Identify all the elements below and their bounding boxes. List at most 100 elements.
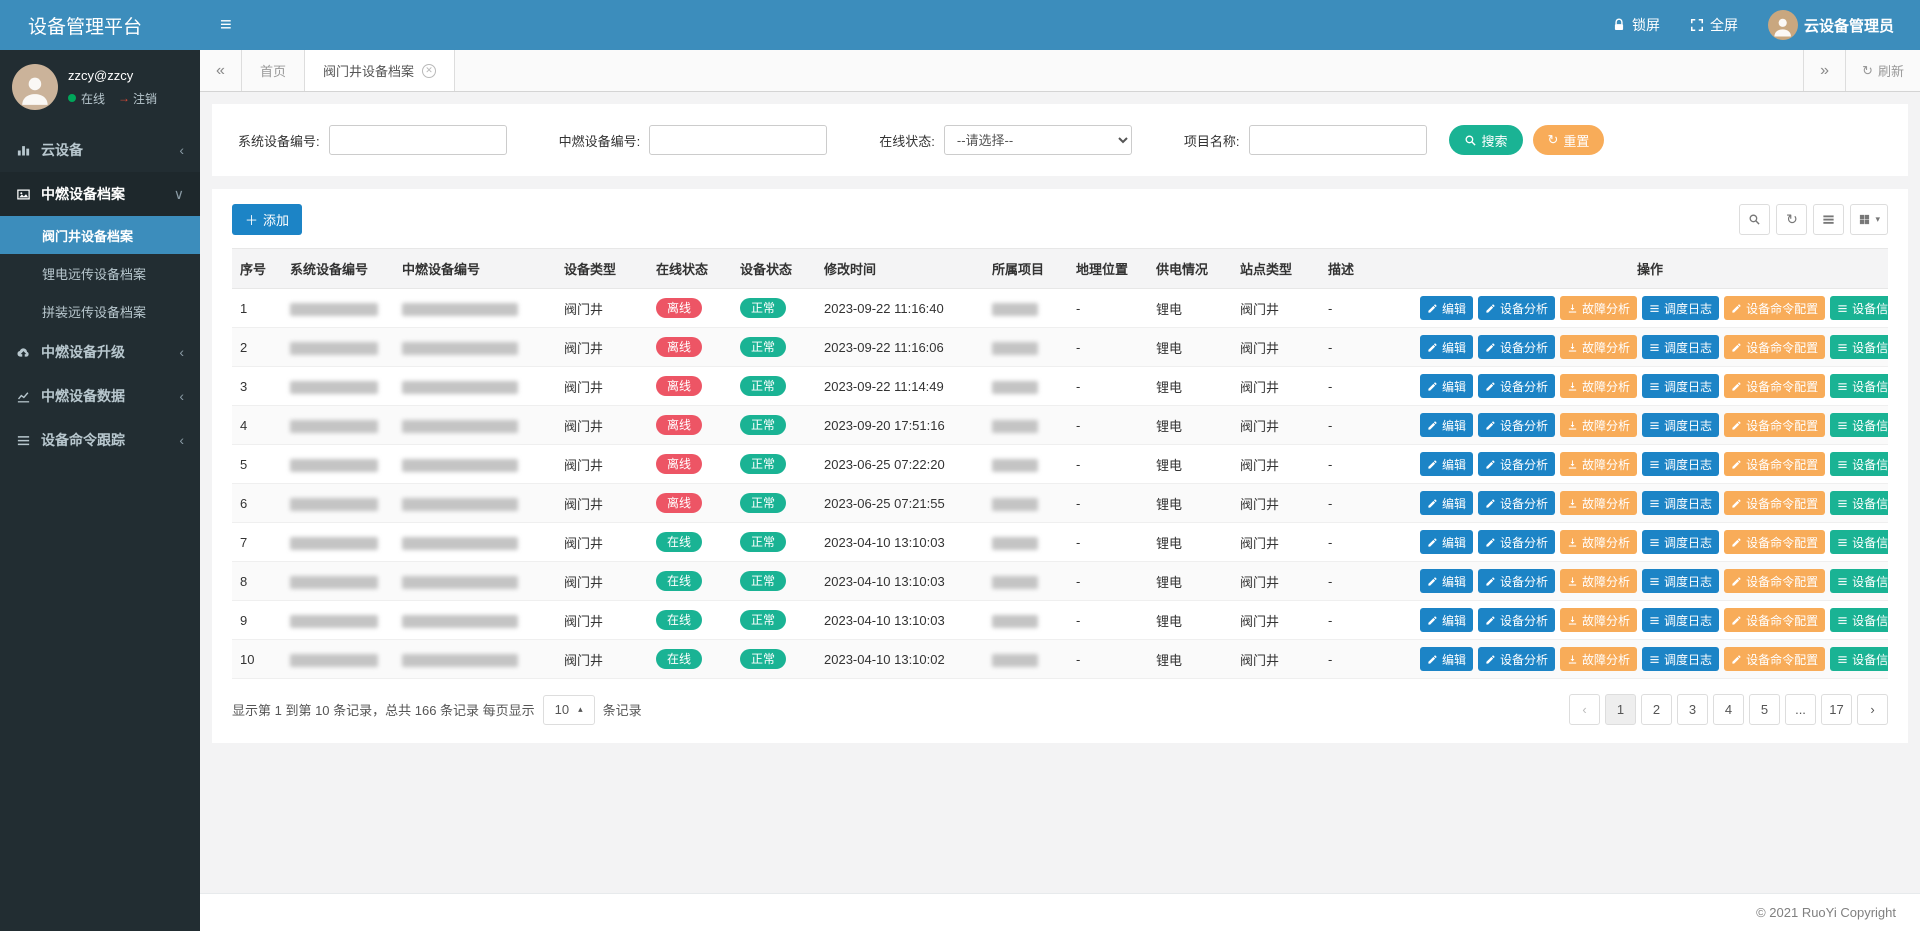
- device-command-config-button[interactable]: 设备命令配置: [1724, 608, 1825, 632]
- device-info-button[interactable]: 设备信息: [1830, 413, 1888, 437]
- sidebar-item-cloud-devices[interactable]: 云设备 ‹: [0, 128, 200, 172]
- device-analysis-button[interactable]: 设备分析: [1478, 569, 1555, 593]
- dispatch-log-button[interactable]: 调度日志: [1642, 647, 1719, 671]
- device-info-button[interactable]: 设备信息: [1830, 530, 1888, 554]
- sidebar-subitem-lithium-remote-archives[interactable]: 锂电远传设备档案: [0, 254, 200, 292]
- tabs-scroll-right-button[interactable]: »: [1803, 50, 1845, 91]
- device-analysis-button[interactable]: 设备分析: [1478, 296, 1555, 320]
- device-info-button[interactable]: 设备信息: [1830, 296, 1888, 320]
- sidebar-item-command-tracking[interactable]: 设备命令跟踪 ‹: [0, 418, 200, 462]
- next-page-button[interactable]: ›: [1857, 694, 1888, 725]
- device-command-config-button[interactable]: 设备命令配置: [1724, 374, 1825, 398]
- edit-button[interactable]: 编辑: [1420, 374, 1473, 398]
- fault-analysis-button[interactable]: 故障分析: [1560, 608, 1637, 632]
- device-analysis-button[interactable]: 设备分析: [1478, 530, 1555, 554]
- device-command-config-button[interactable]: 设备命令配置: [1724, 452, 1825, 476]
- device-analysis-button[interactable]: 设备分析: [1478, 374, 1555, 398]
- device-info-button[interactable]: 设备信息: [1830, 374, 1888, 398]
- dispatch-log-button[interactable]: 调度日志: [1642, 491, 1719, 515]
- dispatch-log-button[interactable]: 调度日志: [1642, 569, 1719, 593]
- fault-analysis-button[interactable]: 故障分析: [1560, 296, 1637, 320]
- fault-analysis-button[interactable]: 故障分析: [1560, 647, 1637, 671]
- page-button[interactable]: 2: [1641, 694, 1672, 725]
- device-analysis-button[interactable]: 设备分析: [1478, 608, 1555, 632]
- edit-button[interactable]: 编辑: [1420, 491, 1473, 515]
- tab-refresh-button[interactable]: ↻ 刷新: [1845, 50, 1920, 91]
- device-info-button[interactable]: 设备信息: [1830, 491, 1888, 515]
- sidebar-subitem-assembled-remote-archives[interactable]: 拼装远传设备档案: [0, 292, 200, 330]
- sidebar-item-device-data[interactable]: 中燃设备数据 ‹: [0, 374, 200, 418]
- tab-close-icon[interactable]: ✕: [422, 64, 436, 78]
- card-view-button[interactable]: [1813, 204, 1844, 235]
- device-analysis-button[interactable]: 设备分析: [1478, 452, 1555, 476]
- dispatch-log-button[interactable]: 调度日志: [1642, 335, 1719, 359]
- device-command-config-button[interactable]: 设备命令配置: [1724, 491, 1825, 515]
- device-command-config-button[interactable]: 设备命令配置: [1724, 413, 1825, 437]
- dispatch-log-button[interactable]: 调度日志: [1642, 452, 1719, 476]
- lock-screen-button[interactable]: 锁屏: [1612, 15, 1660, 35]
- prev-page-button[interactable]: ‹: [1569, 694, 1600, 725]
- page-button[interactable]: 4: [1713, 694, 1744, 725]
- tabs-scroll-left-button[interactable]: «: [200, 50, 242, 91]
- sidebar-item-device-upgrade[interactable]: 中燃设备升级 ‹: [0, 330, 200, 374]
- device-info-button[interactable]: 设备信息: [1830, 608, 1888, 632]
- toggle-search-button[interactable]: [1739, 204, 1770, 235]
- dispatch-log-button[interactable]: 调度日志: [1642, 608, 1719, 632]
- fault-analysis-button[interactable]: 故障分析: [1560, 374, 1637, 398]
- user-menu[interactable]: 云设备管理员: [1768, 10, 1894, 40]
- device-info-button[interactable]: 设备信息: [1830, 335, 1888, 359]
- sidebar-subitem-valve-well-archives[interactable]: 阀门井设备档案: [0, 216, 200, 254]
- edit-button[interactable]: 编辑: [1420, 569, 1473, 593]
- fault-analysis-button[interactable]: 故障分析: [1560, 491, 1637, 515]
- device-info-button[interactable]: 设备信息: [1830, 452, 1888, 476]
- device-analysis-button[interactable]: 设备分析: [1478, 335, 1555, 359]
- dispatch-log-button[interactable]: 调度日志: [1642, 374, 1719, 398]
- system-device-no-input[interactable]: [329, 125, 507, 155]
- device-analysis-button[interactable]: 设备分析: [1478, 647, 1555, 671]
- logout-link[interactable]: → 注销: [118, 90, 157, 107]
- tab-home[interactable]: 首页: [242, 50, 305, 91]
- sidebar-toggle-button[interactable]: ≡: [220, 14, 232, 37]
- device-command-config-button[interactable]: 设备命令配置: [1724, 335, 1825, 359]
- page-size-dropdown[interactable]: 10 ▴: [543, 695, 595, 725]
- dispatch-log-button[interactable]: 调度日志: [1642, 296, 1719, 320]
- add-button[interactable]: ＋ 添加: [232, 204, 302, 235]
- tab-valve-well-archives[interactable]: 阀门井设备档案 ✕: [305, 50, 455, 91]
- edit-button[interactable]: 编辑: [1420, 530, 1473, 554]
- edit-button[interactable]: 编辑: [1420, 608, 1473, 632]
- fault-analysis-button[interactable]: 故障分析: [1560, 530, 1637, 554]
- search-button[interactable]: 搜索: [1449, 125, 1523, 155]
- columns-dropdown-button[interactable]: ▾: [1850, 204, 1888, 235]
- device-command-config-label: 设备命令配置: [1746, 534, 1818, 551]
- refresh-table-button[interactable]: ↻: [1776, 204, 1807, 235]
- device-info-button[interactable]: 设备信息: [1830, 569, 1888, 593]
- device-analysis-button[interactable]: 设备分析: [1478, 413, 1555, 437]
- fault-analysis-button[interactable]: 故障分析: [1560, 452, 1637, 476]
- fullscreen-button[interactable]: 全屏: [1690, 15, 1738, 35]
- page-button[interactable]: 17: [1821, 694, 1852, 725]
- project-name-input[interactable]: [1249, 125, 1427, 155]
- reset-button[interactable]: ↻ 重置: [1533, 125, 1605, 155]
- edit-button[interactable]: 编辑: [1420, 335, 1473, 359]
- edit-button[interactable]: 编辑: [1420, 647, 1473, 671]
- page-button[interactable]: 3: [1677, 694, 1708, 725]
- device-analysis-button[interactable]: 设备分析: [1478, 491, 1555, 515]
- page-button[interactable]: 1: [1605, 694, 1636, 725]
- fault-analysis-button[interactable]: 故障分析: [1560, 413, 1637, 437]
- device-command-config-button[interactable]: 设备命令配置: [1724, 647, 1825, 671]
- fault-analysis-button[interactable]: 故障分析: [1560, 335, 1637, 359]
- dispatch-log-button[interactable]: 调度日志: [1642, 413, 1719, 437]
- device-info-button[interactable]: 设备信息: [1830, 647, 1888, 671]
- device-command-config-button[interactable]: 设备命令配置: [1724, 296, 1825, 320]
- edit-button[interactable]: 编辑: [1420, 296, 1473, 320]
- device-command-config-button[interactable]: 设备命令配置: [1724, 530, 1825, 554]
- sidebar-item-device-archives[interactable]: 中燃设备档案 ∨: [0, 172, 200, 216]
- page-button[interactable]: 5: [1749, 694, 1780, 725]
- dispatch-log-button[interactable]: 调度日志: [1642, 530, 1719, 554]
- fault-analysis-button[interactable]: 故障分析: [1560, 569, 1637, 593]
- device-command-config-button[interactable]: 设备命令配置: [1724, 569, 1825, 593]
- mid-device-no-input[interactable]: [649, 125, 827, 155]
- online-status-select[interactable]: --请选择--: [944, 125, 1132, 155]
- edit-button[interactable]: 编辑: [1420, 413, 1473, 437]
- edit-button[interactable]: 编辑: [1420, 452, 1473, 476]
